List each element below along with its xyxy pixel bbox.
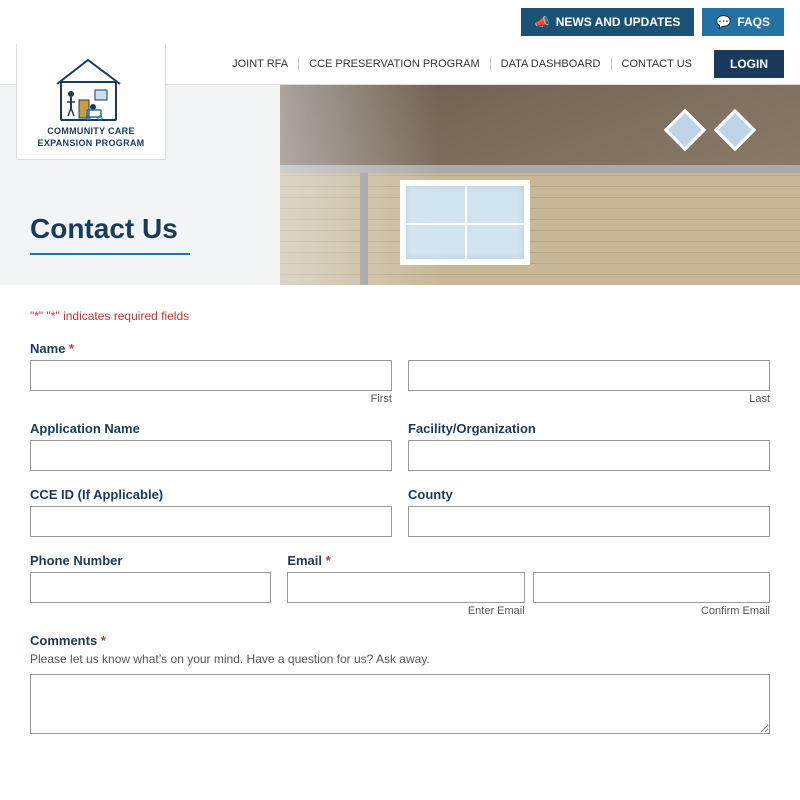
- app-name-label: Application Name: [30, 421, 392, 436]
- county-col: County: [408, 487, 770, 537]
- logo-area: COMMUNITY CARE EXPANSION PROGRAM: [16, 44, 166, 160]
- facility-label: Facility/Organization: [408, 421, 770, 436]
- comments-textarea[interactable]: [30, 674, 770, 734]
- phone-email-row: Phone Number Email * Enter Email Confirm…: [30, 553, 770, 617]
- login-button[interactable]: LOGIN: [714, 50, 784, 78]
- megaphone-icon: 📣: [535, 15, 550, 29]
- phone-input[interactable]: [30, 572, 271, 603]
- logo-text: COMMUNITY CARE EXPANSION PROGRAM: [38, 126, 145, 149]
- county-label: County: [408, 487, 770, 502]
- phone-label: Phone Number: [30, 553, 271, 568]
- app-name-input[interactable]: [30, 440, 392, 471]
- enter-email-sublabel: Enter Email: [287, 605, 524, 617]
- enter-email-input[interactable]: [287, 572, 524, 603]
- hero-title: Contact Us: [30, 213, 178, 245]
- top-bar: 📣 NEWS AND UPDATES 💬 FAQs: [0, 0, 800, 44]
- news-updates-label: NEWS AND UPDATES: [556, 15, 681, 29]
- faqs-button[interactable]: 💬 FAQs: [702, 8, 784, 36]
- comments-label: Comments *: [30, 633, 770, 648]
- nav-data-dashboard[interactable]: DATA DASHBOARD: [491, 58, 612, 70]
- required-note: "*" "*" indicates required fields: [30, 309, 770, 323]
- header-wrapper: COMMUNITY CARE EXPANSION PROGRAM JOINT R…: [0, 44, 800, 285]
- last-name-col: Name Last: [408, 341, 770, 405]
- cce-id-label: CCE ID (If Applicable): [30, 487, 392, 502]
- last-name-input[interactable]: [408, 360, 770, 391]
- cce-county-row: CCE ID (If Applicable) County: [30, 487, 770, 537]
- nav-contact-us[interactable]: CONTACT US: [612, 58, 703, 70]
- comments-section: Comments * Please let us know what’s on …: [30, 633, 770, 737]
- email-label: Email *: [287, 553, 770, 568]
- app-facility-row: Application Name Facility/Organization: [30, 421, 770, 471]
- county-input[interactable]: [408, 506, 770, 537]
- phone-col: Phone Number: [30, 553, 271, 603]
- name-label: Name *: [30, 341, 392, 356]
- news-updates-button[interactable]: 📣 NEWS AND UPDATES: [521, 8, 695, 36]
- faqs-label: FAQs: [737, 15, 770, 29]
- first-name-col: Name * First: [30, 341, 392, 405]
- first-sublabel: First: [30, 393, 392, 405]
- last-sublabel: Last: [408, 393, 770, 405]
- email-section: Email * Enter Email Confirm Email: [287, 553, 770, 617]
- confirm-email-col: Confirm Email: [533, 572, 770, 617]
- enter-email-col: Enter Email: [287, 572, 524, 617]
- confirm-email-input[interactable]: [533, 572, 770, 603]
- required-marker: "*": [30, 309, 43, 323]
- chat-icon: 💬: [716, 15, 731, 29]
- logo-svg: [51, 52, 131, 122]
- facility-col: Facility/Organization: [408, 421, 770, 471]
- form-container: "*" "*" indicates required fields Name *…: [0, 285, 800, 777]
- nav-joint-rfa[interactable]: JOINT RFA: [222, 58, 299, 70]
- app-name-col: Application Name: [30, 421, 392, 471]
- name-row: Name * First Name Last: [30, 341, 770, 405]
- confirm-email-sublabel: Confirm Email: [533, 605, 770, 617]
- email-fields-wrapper: Enter Email Confirm Email: [287, 572, 770, 617]
- cce-id-col: CCE ID (If Applicable): [30, 487, 392, 537]
- facility-input[interactable]: [408, 440, 770, 471]
- nav-cce-preservation[interactable]: CCE PRESERVATION PROGRAM: [299, 58, 491, 70]
- cce-id-input[interactable]: [30, 506, 392, 537]
- hero-title-underline: [30, 253, 190, 255]
- comments-hint: Please let us know what’s on your mind. …: [30, 652, 770, 666]
- first-name-input[interactable]: [30, 360, 392, 391]
